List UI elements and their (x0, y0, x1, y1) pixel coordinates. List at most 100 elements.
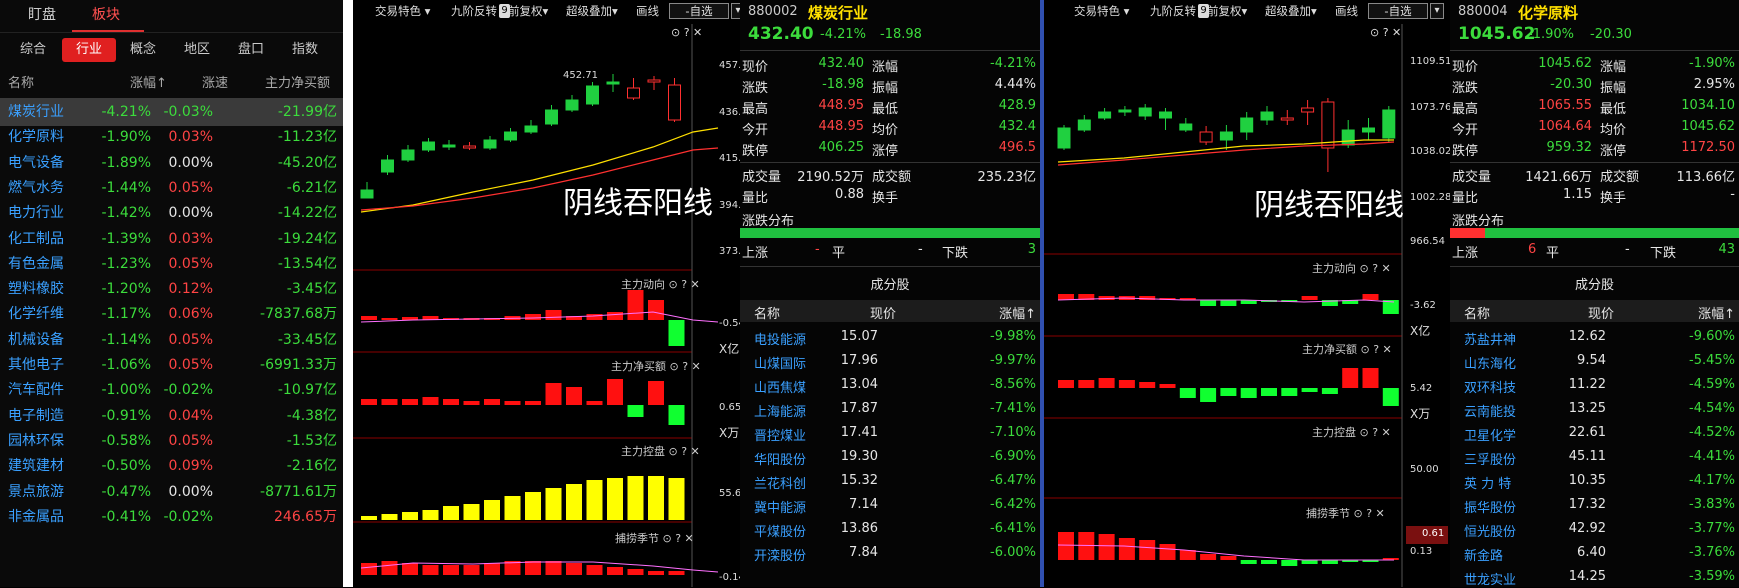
sector-name: 电力行业 (8, 205, 64, 222)
price-tick: 1038.02 (1410, 146, 1452, 157)
component-row[interactable]: 冀中能源 7.14 -6.42% (740, 494, 1040, 516)
draw-line-button[interactable]: 画线 (1335, 0, 1358, 22)
chart-icons[interactable]: ⊙ ? ✕ (1370, 22, 1401, 44)
kline-chart[interactable] (353, 0, 740, 587)
sector-netbuy: -21.99亿 (277, 104, 337, 120)
subtab-overview[interactable]: 综合 (6, 38, 60, 62)
tab-watch[interactable]: 盯盘 (28, 0, 56, 32)
sector-row[interactable]: 燃气水务 -1.44% 0.05% -6.21亿 (0, 174, 343, 202)
component-row[interactable]: 恒光股份 42.92 -3.77% (1450, 518, 1739, 540)
candle-body (1179, 123, 1193, 131)
component-row[interactable]: 上海能源 17.87 -7.41% (740, 398, 1040, 420)
component-row[interactable]: 晋控煤业 17.41 -7.10% (740, 422, 1040, 444)
sector-row[interactable]: 化工制品 -1.39% 0.03% -19.24亿 (0, 225, 343, 253)
subtab-order[interactable]: 盘口 (224, 38, 278, 62)
indicator-bar (1220, 556, 1237, 560)
sector-row[interactable]: 有色金属 -1.23% 0.05% -13.54亿 (0, 250, 343, 278)
component-row[interactable]: 三孚股份 45.11 -4.41% (1450, 446, 1739, 468)
component-row[interactable]: 山东海化 9.54 -5.45% (1450, 350, 1739, 372)
component-row[interactable]: 云南能投 13.25 -4.54% (1450, 398, 1739, 420)
col-name[interactable]: 名称 (8, 70, 34, 98)
component-row[interactable]: 振华股份 17.32 -3.83% (1450, 494, 1739, 516)
trade-feature-menu[interactable]: 交易特色 ▾ (375, 0, 430, 22)
sector-row[interactable]: 其他电子 -1.06% 0.05% -6991.33万 (0, 351, 343, 379)
indicator-bar (525, 314, 541, 320)
comp-col-name[interactable]: 名称 (1464, 303, 1490, 322)
comp-col-price[interactable]: 现价 (870, 303, 896, 322)
component-name: 世龙实业 (1464, 573, 1517, 588)
candle-body (1240, 117, 1254, 133)
indicator-bar (422, 510, 439, 520)
component-row[interactable]: 华阳股份 19.30 -6.90% (740, 446, 1040, 468)
component-row[interactable]: 苏盐井神 12.62 -9.60% (1450, 326, 1739, 348)
adjust-menu[interactable]: 前复权▾ (1207, 0, 1247, 22)
sector-row[interactable]: 煤炭行业 -4.21% -0.03% -21.99亿 (0, 98, 343, 126)
chart-icons[interactable]: ⊙ ? ✕ (671, 22, 702, 44)
indicator-bar (1098, 534, 1115, 560)
indicator-main-trend[interactable]: 主力动向 ⊙ ? ✕ (1312, 260, 1391, 276)
comp-col-change[interactable]: 涨幅↑ (1698, 303, 1735, 322)
sector-row[interactable]: 电力行业 -1.42% 0.00% -14.22亿 (0, 199, 343, 227)
sector-row[interactable]: 机械设备 -1.14% 0.05% -33.45亿 (0, 326, 343, 354)
sector-row[interactable]: 电气设备 -1.89% 0.00% -45.20亿 (0, 149, 343, 177)
sector-speed: -0.03% (163, 104, 213, 120)
indicator-fishing-season[interactable]: 捕捞季节 ⊙ ? ✕ (615, 530, 694, 546)
col-speed[interactable]: 涨速 (202, 70, 228, 98)
sector-row[interactable]: 园林环保 -0.58% 0.05% -1.53亿 (0, 427, 343, 455)
watchlist-select[interactable]: -自选 (669, 3, 729, 19)
subtab-concept[interactable]: 概念 (116, 38, 170, 62)
adjust-menu[interactable]: 前复权▾ (508, 0, 548, 22)
indicator-bar (525, 492, 541, 520)
sector-row[interactable]: 景点旅游 -0.47% 0.00% -8771.61万 (0, 478, 343, 506)
overlay-menu[interactable]: 超级叠加▾ (1265, 0, 1317, 22)
chevron-down-icon[interactable]: ▾ (1430, 3, 1444, 19)
trade-feature-menu[interactable]: 交易特色 ▾ (1074, 0, 1129, 22)
indicator-net-buy[interactable]: 主力净买额 ⊙ ? ✕ (1302, 341, 1392, 357)
tab-sector[interactable]: 板块 (92, 0, 120, 32)
component-row[interactable]: 电投能源 15.07 -9.98% (740, 326, 1040, 348)
nine-step-reversal[interactable]: 九阶反转 (1150, 0, 1196, 22)
col-change[interactable]: 涨幅↑ (130, 70, 167, 98)
component-row[interactable]: 山西焦煤 13.04 -8.56% (740, 374, 1040, 396)
kline-chart[interactable] (1044, 0, 1450, 587)
comp-col-name[interactable]: 名称 (754, 303, 780, 322)
indicator-control[interactable]: 主力控盘 ⊙ ? ✕ (621, 443, 700, 459)
component-row[interactable]: 开滦股份 7.84 -6.00% (740, 542, 1040, 564)
subtab-region[interactable]: 地区 (170, 38, 224, 62)
sector-row[interactable]: 电子制造 -0.91% 0.04% -4.38亿 (0, 402, 343, 430)
sector-row[interactable]: 非金属品 -0.41% -0.02% 246.65万 (0, 503, 343, 531)
candle-body (1138, 107, 1152, 117)
comp-col-change[interactable]: 涨幅↑ (999, 303, 1036, 322)
component-row[interactable]: 世龙实业 14.25 -3.59% (1450, 566, 1739, 588)
component-row[interactable]: 山煤国际 17.96 -9.97% (740, 350, 1040, 372)
indicator-bar (1240, 560, 1257, 564)
comp-col-price[interactable]: 现价 (1588, 303, 1614, 322)
indicator-bar (648, 571, 664, 575)
watchlist-select[interactable]: -自选 (1368, 3, 1428, 19)
indicator-bar (1261, 560, 1277, 564)
component-row[interactable]: 兰花科创 15.32 -6.47% (740, 470, 1040, 492)
sector-row[interactable]: 建筑建材 -0.50% 0.09% -2.16亿 (0, 452, 343, 480)
sector-row[interactable]: 塑料橡胶 -1.20% 0.12% -3.45亿 (0, 275, 343, 303)
col-netbuy[interactable]: 主力净买额 (265, 70, 330, 98)
overlay-menu[interactable]: 超级叠加▾ (566, 0, 618, 22)
sector-row[interactable]: 化学纤维 -1.17% 0.06% -7837.68万 (0, 300, 343, 328)
draw-line-button[interactable]: 画线 (636, 0, 659, 22)
indicator-fishing-season[interactable]: 捕捞季节 ⊙ ? ✕ (1306, 505, 1385, 521)
component-row[interactable]: 双环科技 11.22 -4.59% (1450, 374, 1739, 396)
subtab-index[interactable]: 指数 (278, 38, 332, 62)
component-row[interactable]: 卫星化学 22.61 -4.52% (1450, 422, 1739, 444)
component-row[interactable]: 英 力 特 10.35 -4.17% (1450, 470, 1739, 492)
sector-row[interactable]: 化学原料 -1.90% 0.03% -11.23亿 (0, 123, 343, 151)
indicator-net-buy[interactable]: 主力净买额 ⊙ ? ✕ (611, 358, 701, 374)
nine-step-reversal[interactable]: 九阶反转 (451, 0, 497, 22)
candle-body (504, 131, 517, 141)
subtab-industry[interactable]: 行业 (62, 38, 116, 62)
sector-row[interactable]: 汽车配件 -1.00% -0.02% -10.97亿 (0, 376, 343, 404)
component-name: 三孚股份 (1464, 453, 1517, 468)
indicator-control[interactable]: 主力控盘 ⊙ ? ✕ (1312, 424, 1391, 440)
component-row[interactable]: 平煤股份 13.86 -6.41% (740, 518, 1040, 540)
quote-value: -18.98 (822, 77, 864, 92)
component-row[interactable]: 新金路 6.40 -3.76% (1450, 542, 1739, 564)
indicator-main-trend[interactable]: 主力动向 ⊙ ? ✕ (621, 276, 700, 292)
